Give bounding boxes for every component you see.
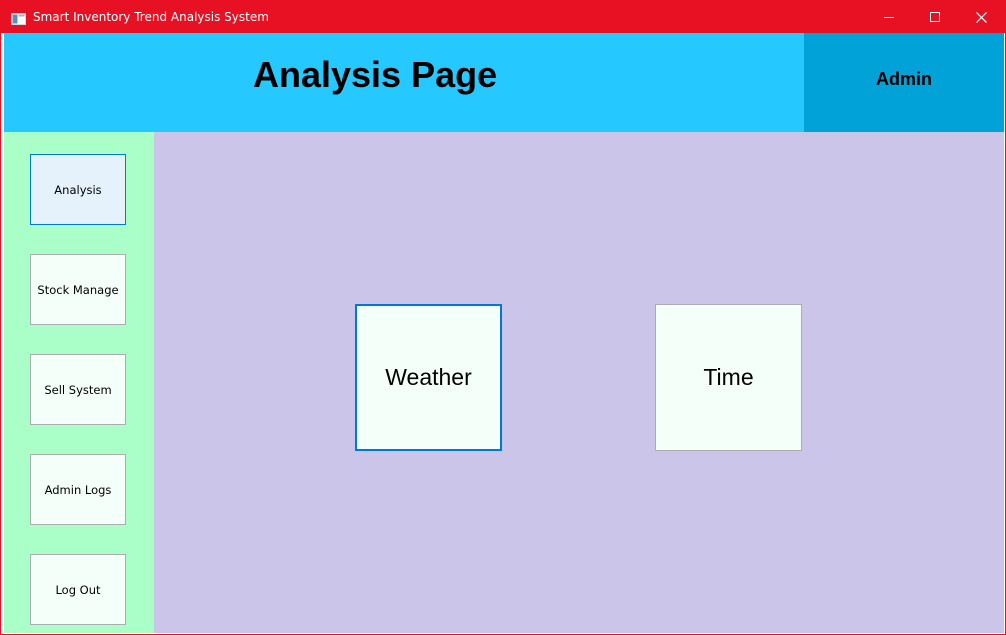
page-header: Analysis Page <box>4 33 804 132</box>
close-icon <box>975 11 987 23</box>
main-content: Weather Time <box>154 132 1004 633</box>
sidebar-item-analysis[interactable]: Analysis <box>30 154 126 225</box>
weather-button[interactable]: Weather <box>355 304 502 451</box>
minimize-icon <box>884 12 894 22</box>
close-button[interactable] <box>958 1 1004 33</box>
minimize-button[interactable] <box>866 1 912 33</box>
sidebar-item-admin-logs[interactable]: Admin Logs <box>30 454 126 525</box>
title-bar[interactable]: Smart Inventory Trend Analysis System <box>1 1 1005 33</box>
current-user-label: Admin <box>876 69 932 89</box>
sidebar-item-log-out[interactable]: Log Out <box>30 554 126 625</box>
page-title: Analysis Page <box>253 54 498 95</box>
sidebar-item-sell-system[interactable]: Sell System <box>30 354 126 425</box>
maximize-button[interactable] <box>912 1 958 33</box>
app-window: Smart Inventory Trend Analysis System An… <box>0 0 1006 635</box>
sidebar-item-stock-manage[interactable]: Stock Manage <box>30 254 126 325</box>
app-window-icon <box>11 10 26 25</box>
time-button[interactable]: Time <box>655 304 802 451</box>
user-panel: Admin <box>804 33 1004 132</box>
maximize-icon <box>930 12 940 22</box>
window-title: Smart Inventory Trend Analysis System <box>33 10 269 24</box>
sidebar: Analysis Stock Manage Sell System Admin … <box>4 132 154 633</box>
